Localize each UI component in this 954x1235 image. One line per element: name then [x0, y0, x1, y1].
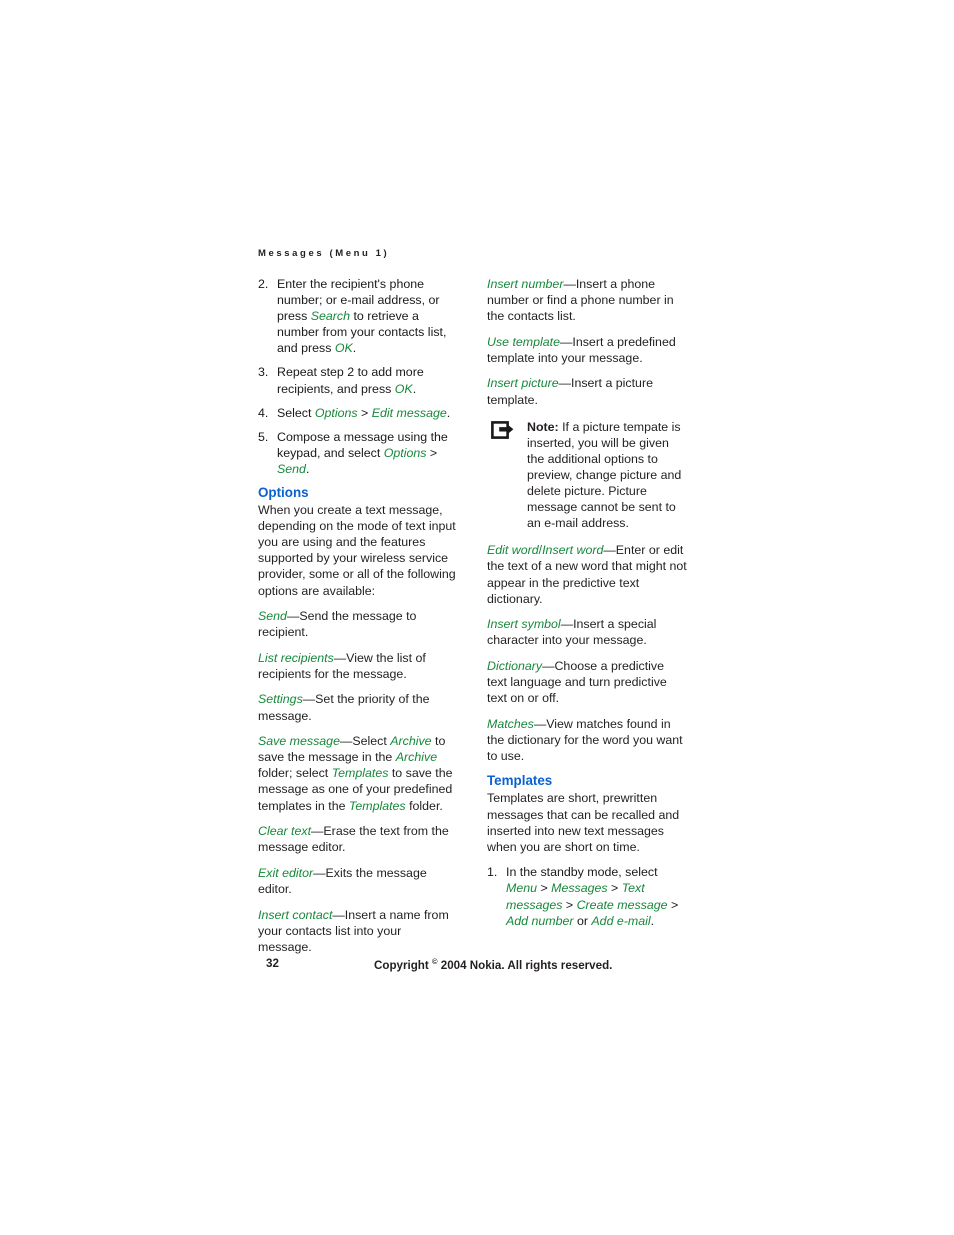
ui-term: Save message	[258, 734, 340, 749]
step-number: 2.	[258, 277, 269, 291]
ui-term: Messages	[551, 881, 608, 896]
templates-steps-list: 1. In the standby mode, select Menu > Mes…	[487, 864, 687, 928]
note-message: If a picture tempate is inserted, you wi…	[527, 419, 682, 531]
numbered-step: 1. In the standby mode, select Menu > Mes…	[487, 864, 687, 928]
ui-term: Edit word	[487, 543, 539, 558]
ui-term: Send	[277, 461, 306, 476]
ui-term: Create message	[576, 897, 668, 912]
body-text: >	[537, 881, 552, 896]
running-head: Messages (Menu 1)	[258, 248, 390, 259]
ui-term: Insert symbol	[487, 617, 561, 632]
options-definition-list: Send—Send the message to recipient. List …	[258, 608, 458, 955]
ui-term: OK	[334, 341, 353, 356]
predictive-text-options-list: Edit word/Insert word—Enter or edit the …	[487, 542, 687, 764]
ui-term: List recipients	[258, 650, 334, 665]
right-column: Insert number—Insert a phone number or f…	[487, 276, 687, 937]
ui-term: Insert number	[487, 277, 564, 291]
manual-page: Messages (Menu 1) 2. Enter the recipient'…	[0, 0, 954, 1235]
body-text: >	[607, 881, 622, 896]
numbered-step: 5. Compose a message using the keypad, an…	[258, 429, 458, 477]
step-number: 4.	[258, 405, 269, 420]
ui-term: Options	[314, 405, 358, 420]
ui-term: Add e-mail	[591, 913, 651, 928]
templates-intro-paragraph: Templates are short, prewritten messages…	[487, 791, 680, 854]
ui-term: Menu	[506, 881, 537, 896]
option-definition: Insert symbol—Insert a special character…	[487, 616, 687, 648]
ui-term: Use template	[487, 334, 561, 349]
footer-copyright: Copyright © 2004 Nokia. All rights reser…	[374, 957, 612, 972]
step-number: 3.	[258, 365, 269, 380]
note-label: Note:	[527, 419, 559, 434]
body-text: folder; select	[258, 766, 332, 781]
ui-term: Archive	[390, 734, 432, 749]
body-text: .	[650, 913, 655, 928]
option-definition: Settings—Set the priority of the message…	[258, 691, 458, 723]
ui-term: Settings	[258, 692, 303, 707]
section-heading-templates: Templates	[487, 773, 553, 789]
numbered-step: 2. Enter the recipient's phone number; or…	[258, 276, 458, 356]
body-text: Select	[277, 405, 315, 420]
option-definition: Save message—Select Archive to save the …	[258, 733, 458, 813]
body-text: .	[412, 381, 417, 396]
ui-term: Matches	[487, 716, 534, 731]
body-text: In the standby mode, select	[506, 865, 658, 880]
option-definition: Insert number—Insert a phone number or f…	[487, 276, 687, 324]
ui-term: Search	[310, 309, 351, 324]
body-text: .	[352, 341, 357, 356]
step-number: 1.	[487, 865, 498, 880]
note-callout: Note: If a picture tempate is inserted, …	[487, 419, 687, 532]
ui-term: Dictionary	[487, 658, 543, 673]
copyright-symbol: ©	[431, 957, 438, 966]
option-definition: Use template—Insert a predefined templat…	[487, 334, 687, 366]
ui-term: Clear text	[258, 824, 312, 839]
numbered-steps-list: 2. Enter the recipient's phone number; or…	[258, 276, 458, 477]
ui-term: Add number	[506, 913, 574, 928]
body-text: or	[573, 913, 592, 928]
ui-term: Insert picture	[487, 376, 559, 391]
copyright-rest: 2004 Nokia. All rights reserved.	[440, 958, 613, 972]
section-heading-options: Options	[258, 485, 309, 501]
step-number: 5.	[258, 429, 269, 444]
option-definition: Matches—View matches found in the dictio…	[487, 716, 687, 764]
body-text: .	[305, 461, 310, 476]
option-definition: Dictionary—Choose a predictive text lang…	[487, 658, 687, 706]
option-definition: Exit editor—Exits the message editor.	[258, 865, 458, 897]
ui-term: Insert contact	[258, 907, 333, 922]
body-text: >	[426, 445, 438, 460]
body-text: —Select	[339, 734, 391, 749]
footer-page-number: 32	[266, 957, 279, 970]
note-arrow-icon	[491, 420, 517, 441]
copyright-word: Copyright	[374, 958, 429, 972]
ui-term: Send	[258, 609, 287, 624]
option-definition: Clear text—Erase the text from the messa…	[258, 823, 458, 855]
option-definition: Insert picture—Insert a picture template…	[487, 375, 687, 407]
options-intro-paragraph: When you create a text message, dependin…	[258, 503, 456, 598]
ui-term: Archive	[395, 750, 438, 765]
option-definition: Edit word/Insert word—Enter or edit the …	[487, 542, 687, 606]
option-definition: Insert contact—Insert a name from your c…	[258, 907, 458, 955]
option-definition: Send—Send the message to recipient.	[258, 608, 458, 640]
body-text: >	[562, 897, 577, 912]
numbered-step: 3. Repeat step 2 to add more recipients, …	[258, 364, 458, 396]
ui-term: Templates	[331, 766, 389, 781]
ui-term: OK	[394, 381, 413, 396]
body-text: folder.	[405, 798, 443, 813]
options-definition-list-continued: Insert number—Insert a phone number or f…	[487, 276, 687, 408]
body-text: .	[446, 405, 451, 420]
option-definition: List recipients—View the list of recipie…	[258, 650, 458, 682]
body-columns: 2. Enter the recipient's phone number; or…	[258, 276, 698, 954]
body-text: >	[357, 405, 372, 420]
left-column: 2. Enter the recipient's phone number; or…	[258, 276, 458, 964]
ui-term: Options	[383, 445, 427, 460]
ui-term: Insert word	[542, 543, 604, 558]
body-text: >	[667, 897, 679, 912]
note-text: Note: If a picture tempate is inserted, …	[527, 419, 687, 532]
ui-term: Exit editor	[258, 865, 314, 880]
ui-term: Edit message	[371, 405, 447, 420]
ui-term: Templates	[348, 798, 406, 813]
numbered-step: 4. Select Options > Edit message.	[258, 405, 458, 421]
